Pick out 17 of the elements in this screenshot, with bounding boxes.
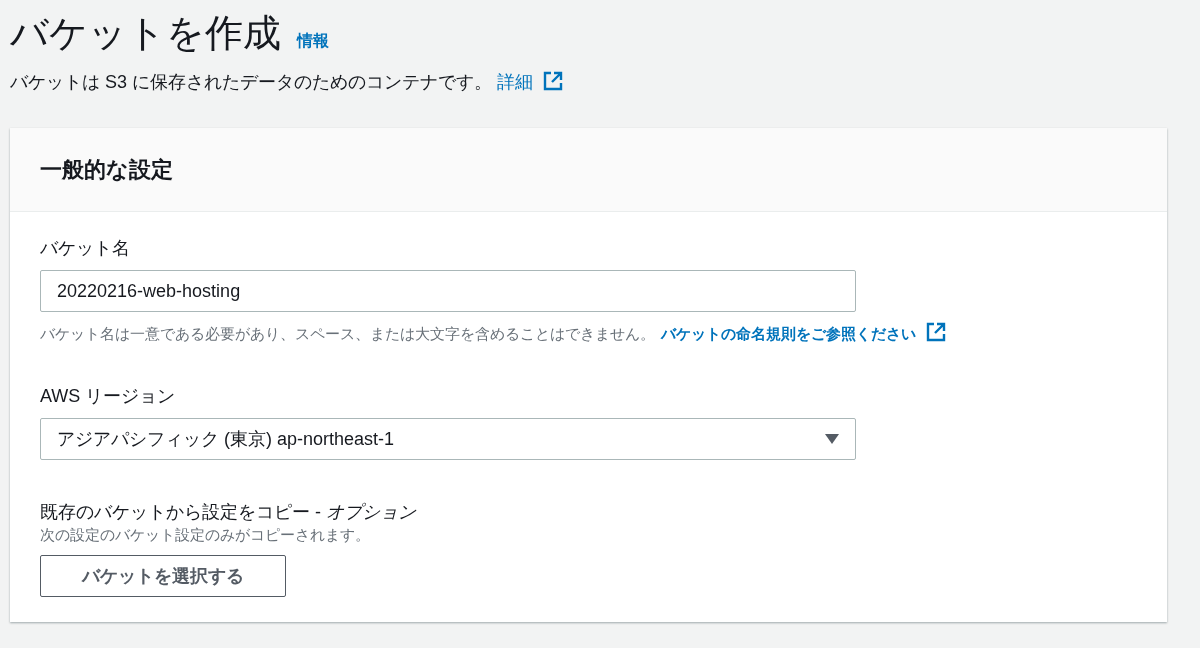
page-title: バケットを作成 — [10, 11, 281, 56]
external-link-icon — [543, 71, 564, 91]
naming-rules-link[interactable]: バケットの命名規則をご参照ください — [661, 325, 946, 342]
dropdown-caret-icon — [825, 434, 839, 444]
bucket-name-hint: バケット名は一意である必要があり、スペース、または大文字を含めることはできません。 バケットの命名規則をご参照ください — [40, 322, 1137, 344]
choose-bucket-button[interactable]: バケットを選択する — [40, 555, 286, 597]
region-label: AWS リージョン — [40, 385, 177, 408]
info-link[interactable]: 情報 — [297, 31, 329, 52]
bucket-name-field[interactable]: 20220216-web-hosting — [40, 270, 856, 312]
region-select[interactable]: アジアパシフィック (東京) ap-northeast-1 — [40, 418, 856, 460]
external-link-icon — [926, 322, 946, 342]
bucket-name-label: バケット名 — [40, 237, 131, 260]
section-heading: 一般的な設定 — [40, 155, 173, 184]
copy-settings-description: 次の設定のバケット設定のみがコピーされます。 — [40, 526, 371, 545]
copy-settings-label: 既存のバケットから設定をコピー - オプション — [40, 501, 418, 524]
details-link[interactable]: 詳細 — [497, 72, 564, 92]
page-description: バケットは S3 に保存されたデータのためのコンテナです。 — [10, 72, 493, 92]
